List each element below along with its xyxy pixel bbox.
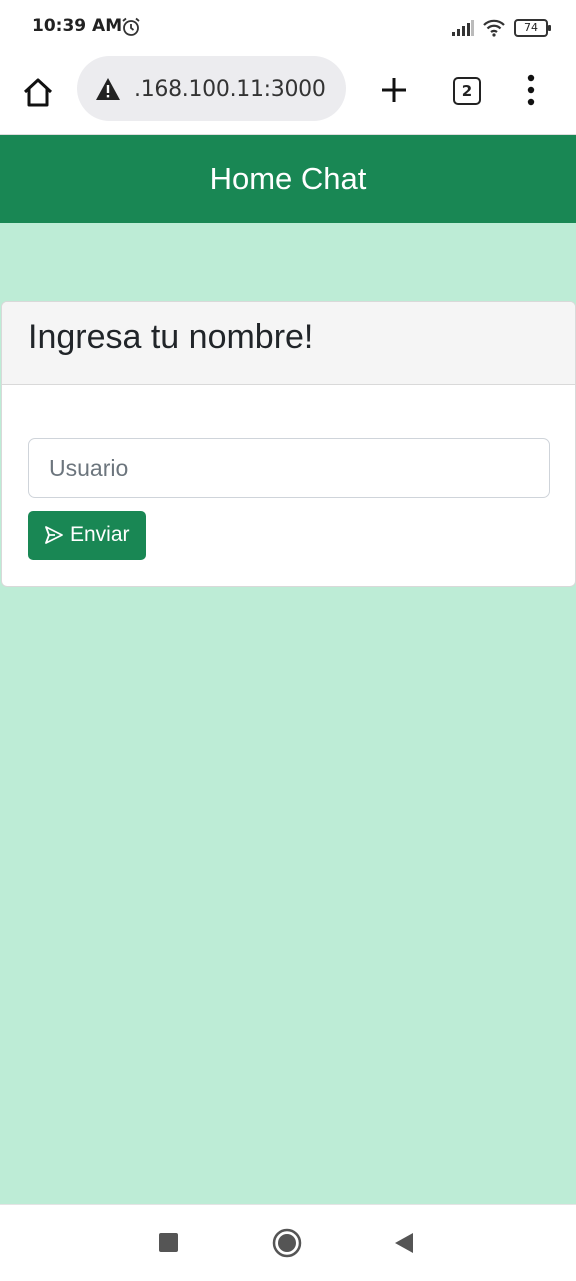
wifi-icon xyxy=(483,19,505,37)
signal-icon xyxy=(452,20,474,36)
more-vert-icon[interactable] xyxy=(520,72,542,108)
url-text[interactable]: .168.100.11:3000 xyxy=(134,77,326,102)
card-header: Ingresa tu nombre! xyxy=(2,302,575,385)
app-title: Home Chat xyxy=(209,161,367,196)
system-nav-bar xyxy=(0,1204,576,1281)
tab-count: 2 xyxy=(461,82,473,100)
username-placeholder: Usuario xyxy=(49,455,129,481)
status-icons: 74 xyxy=(452,17,551,39)
card-title: Ingresa tu nombre! xyxy=(28,318,314,356)
tabs-icon[interactable]: 2 xyxy=(453,77,481,105)
send-button-label: Enviar xyxy=(70,523,130,546)
alarm-icon xyxy=(122,17,140,36)
warning-icon[interactable] xyxy=(95,77,121,101)
plus-icon[interactable] xyxy=(376,72,412,108)
nav-home-icon[interactable] xyxy=(271,1227,303,1259)
status-bar: 10:39 AM 74 xyxy=(0,0,576,52)
status-time: 10:39 AM xyxy=(32,16,123,36)
login-card: Ingresa tu nombre! Usuario Enviar xyxy=(1,301,576,587)
battery-icon: 74 xyxy=(514,19,551,37)
battery-level: 74 xyxy=(524,21,538,34)
username-input[interactable]: Usuario xyxy=(28,438,550,498)
send-icon xyxy=(45,526,63,544)
nav-recents-icon[interactable] xyxy=(159,1233,178,1252)
home-icon[interactable] xyxy=(20,74,56,110)
address-bar[interactable]: .168.100.11:3000 xyxy=(77,56,346,121)
nav-back-icon[interactable] xyxy=(394,1232,414,1254)
send-button[interactable]: Enviar xyxy=(28,511,146,560)
app-header: Home Chat xyxy=(0,135,576,223)
browser-toolbar: .168.100.11:3000 2 xyxy=(0,52,576,135)
